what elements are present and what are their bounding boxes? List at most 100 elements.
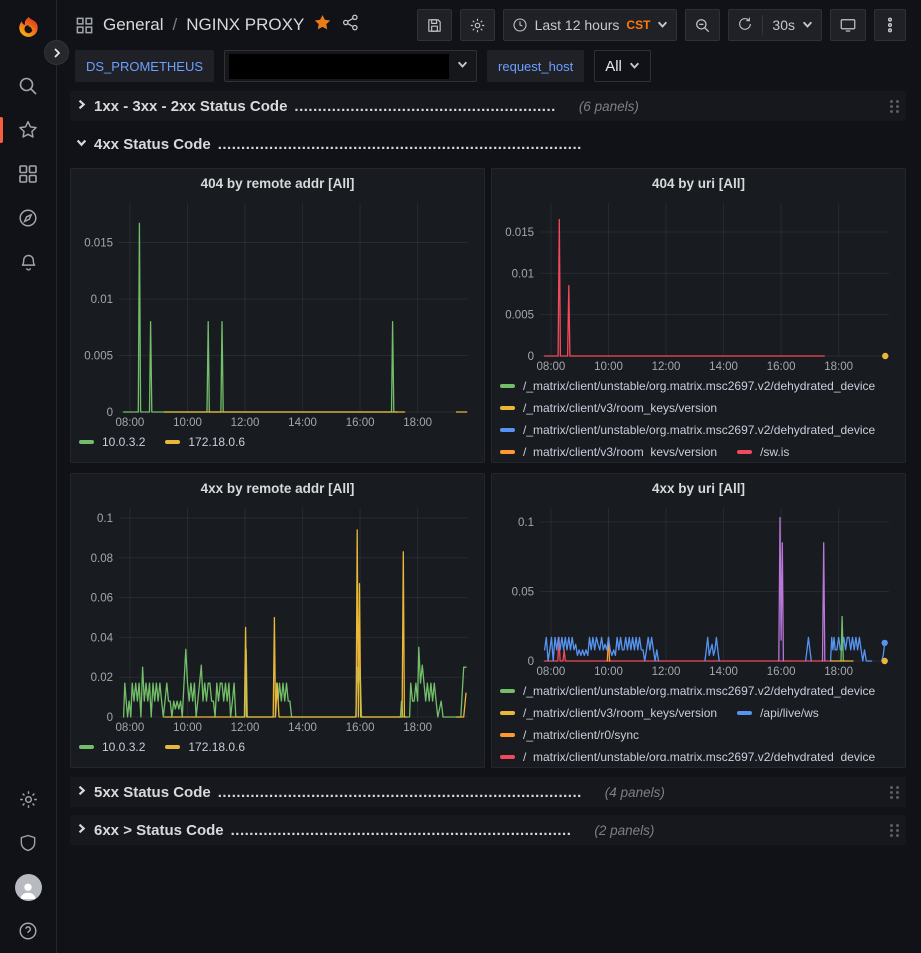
toolbar: Last 12 hours CST 30s — [417, 9, 906, 41]
datasource-variable-label[interactable]: DS_PROMETHEUS — [75, 50, 214, 82]
timeseries-chart[interactable]: 08:0010:0012:0014:0016:0018:0000.020.040… — [79, 500, 476, 736]
user-avatar[interactable] — [6, 865, 50, 909]
svg-text:16:00: 16:00 — [767, 361, 796, 373]
dashboards-icon[interactable] — [6, 152, 50, 196]
timeseries-chart[interactable]: 08:0010:0012:0014:0016:0018:0000.0050.01… — [500, 195, 897, 375]
chevron-right-icon — [76, 783, 87, 801]
legend-label: /_matrix/client/unstable/org.matrix.msc2… — [523, 746, 875, 761]
breadcrumb: General / NGINX PROXY — [75, 13, 360, 37]
legend-item[interactable]: 172.18.0.6 — [165, 736, 245, 758]
legend-item[interactable]: /_matrix/client/v3/room_keys/version — [500, 441, 717, 456]
settings-gear-icon[interactable] — [6, 777, 50, 821]
request-host-variable-value: All — [605, 58, 622, 75]
row-1xx-3xx-2xx[interactable]: 1xx - 3xx - 2xx Status Code ............… — [70, 91, 906, 121]
panel-4xx-by-remote-addr: 4xx by remote addr [All] 08:0010:0012:00… — [70, 473, 485, 768]
svg-text:12:00: 12:00 — [231, 417, 260, 429]
svg-text:08:00: 08:00 — [116, 417, 145, 429]
svg-text:0.01: 0.01 — [91, 294, 113, 306]
row-4xx[interactable]: 4xx Status Code ........................… — [70, 129, 906, 159]
svg-text:10:00: 10:00 — [173, 417, 202, 429]
svg-text:0: 0 — [107, 407, 113, 419]
help-icon[interactable] — [6, 909, 50, 953]
dashboard-header: General / NGINX PROXY Last 12 hours CST — [57, 0, 921, 46]
svg-text:10:00: 10:00 — [173, 722, 202, 734]
row-title: 6xx > Status Code — [94, 822, 224, 839]
svg-text:14:00: 14:00 — [709, 666, 738, 678]
svg-text:0.005: 0.005 — [505, 310, 534, 322]
alerting-bell-icon[interactable] — [6, 240, 50, 284]
svg-text:08:00: 08:00 — [537, 666, 566, 678]
legend-label: 10.0.3.2 — [102, 736, 145, 758]
breadcrumb-dashboard-title[interactable]: NGINX PROXY — [186, 15, 304, 35]
sidebar-expand-button[interactable] — [44, 40, 69, 65]
legend-swatch — [500, 406, 515, 410]
legend-item[interactable]: /_matrix/client/unstable/org.matrix.msc2… — [500, 680, 875, 702]
share-icon[interactable] — [341, 13, 360, 37]
timezone-label: CST — [626, 18, 650, 32]
apps-grid-icon[interactable] — [75, 16, 94, 35]
row-drag-handle[interactable] — [888, 822, 902, 839]
panel-title[interactable]: 4xx by uri [All] — [500, 477, 897, 500]
legend-item[interactable]: /_matrix/client/v3/room_keys/version — [500, 702, 717, 724]
svg-text:14:00: 14:00 — [709, 361, 738, 373]
request-host-variable-label[interactable]: request_host — [487, 50, 584, 82]
legend-label: /_matrix/client/v3/room_keys/version — [523, 702, 717, 724]
grafana-logo[interactable] — [6, 6, 50, 50]
timeseries-chart[interactable]: 08:0010:0012:0014:0016:0018:0000.0050.01… — [79, 195, 476, 431]
panel-title[interactable]: 404 by uri [All] — [500, 172, 897, 195]
legend-item[interactable]: /_matrix/client/unstable/org.matrix.msc2… — [500, 419, 875, 441]
legend-item[interactable]: 10.0.3.2 — [79, 736, 145, 758]
svg-text:0.08: 0.08 — [91, 553, 113, 565]
row-title: 4xx Status Code — [94, 136, 211, 153]
panel-title[interactable]: 404 by remote addr [All] — [79, 172, 476, 195]
panel-404-by-remote-addr: 404 by remote addr [All] 08:00 10:00 12:00… — [70, 168, 485, 463]
legend-item[interactable]: 172.18.0.6 — [165, 431, 245, 453]
row-6xx[interactable]: 6xx > Status Code ......................… — [70, 815, 906, 845]
chevron-down-icon — [657, 17, 668, 33]
legend-swatch — [500, 711, 515, 715]
save-dashboard-button[interactable] — [417, 9, 452, 41]
starred-dashboards-icon[interactable] — [6, 108, 50, 152]
breadcrumb-section[interactable]: General — [103, 15, 163, 35]
datasource-variable-select[interactable] — [224, 50, 477, 82]
legend-label: /_matrix/client/unstable/org.matrix.msc2… — [523, 680, 875, 702]
legend-swatch — [737, 711, 752, 715]
legend-label: /_matrix/client/v3/room_keys/version — [523, 397, 717, 419]
more-kebab-button[interactable] — [874, 9, 906, 41]
legend-item[interactable]: /api/live/ws — [737, 702, 819, 724]
svg-text:10:00: 10:00 — [594, 361, 623, 373]
legend-swatch — [79, 440, 94, 444]
kiosk-tv-button[interactable] — [830, 9, 866, 41]
legend-swatch — [500, 450, 515, 454]
panel-title[interactable]: 4xx by remote addr [All] — [79, 477, 476, 500]
zoom-out-time-button[interactable] — [685, 9, 720, 41]
chart-legend: 10.0.3.2 172.18.0.6 — [79, 431, 476, 456]
legend-item[interactable]: /sw.js — [737, 441, 789, 456]
row-drag-handle[interactable] — [888, 784, 902, 801]
legend-item[interactable]: /_matrix/client/r0/sync — [500, 724, 639, 746]
row-5xx[interactable]: 5xx Status Code ........................… — [70, 777, 906, 807]
chart-legend: /_matrix/client/unstable/org.matrix.msc2… — [500, 375, 897, 456]
legend-item[interactable]: /_matrix/client/v3/room_keys/version — [500, 397, 717, 419]
search-icon[interactable] — [6, 64, 50, 108]
explore-compass-icon[interactable] — [6, 196, 50, 240]
time-range-picker[interactable]: Last 12 hours CST — [503, 9, 678, 41]
dashboard-settings-button[interactable] — [460, 9, 495, 41]
chevron-down-icon[interactable] — [802, 17, 813, 33]
timeseries-chart[interactable]: 08:0010:0012:0014:0016:0018:0000.050.1 — [500, 500, 897, 680]
refresh-icon[interactable] — [737, 16, 753, 35]
svg-text:0.04: 0.04 — [91, 632, 114, 644]
legend-item[interactable]: /_matrix/client/unstable/org.matrix.msc2… — [500, 375, 875, 397]
row-drag-handle[interactable] — [888, 98, 902, 115]
svg-text:0: 0 — [528, 656, 534, 668]
server-admin-shield-icon[interactable] — [6, 821, 50, 865]
legend-item[interactable]: /_matrix/client/unstable/org.matrix.msc2… — [500, 746, 875, 761]
request-host-variable-select[interactable]: All — [594, 50, 651, 82]
svg-text:18:00: 18:00 — [824, 361, 853, 373]
refresh-group: 30s — [728, 9, 822, 41]
refresh-interval-value[interactable]: 30s — [772, 17, 795, 33]
svg-text:0.05: 0.05 — [512, 586, 534, 598]
legend-item[interactable]: 10.0.3.2 — [79, 431, 145, 453]
svg-text:08:00: 08:00 — [537, 361, 566, 373]
favorite-star-icon[interactable] — [313, 13, 332, 37]
